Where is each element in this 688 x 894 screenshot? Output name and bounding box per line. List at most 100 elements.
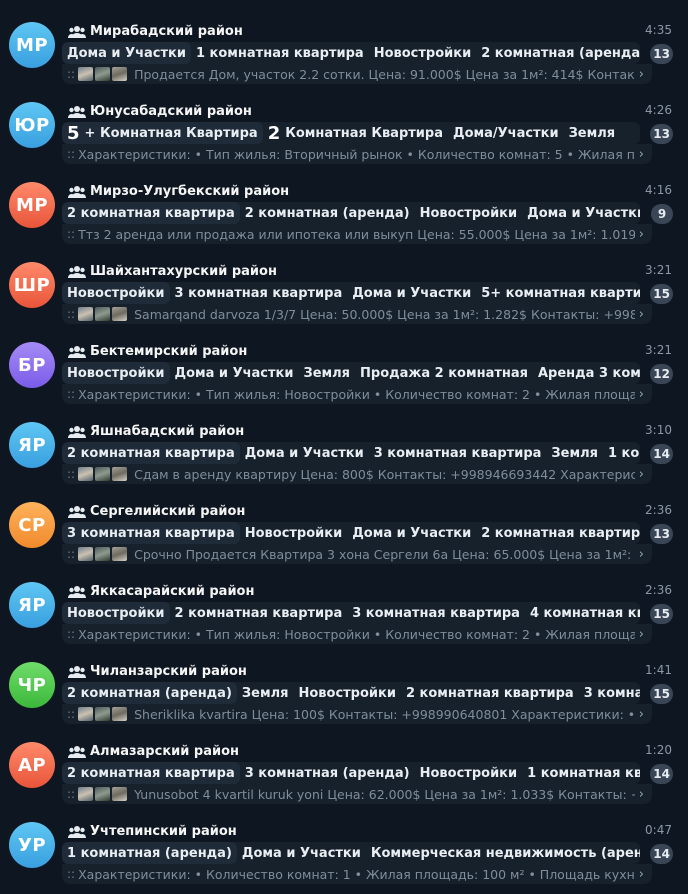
topic-chip[interactable]: 2 комнатная (аренда) — [240, 202, 415, 224]
topic-label: Новостройки — [67, 285, 165, 301]
chat-title-row: Яшнабадский район — [68, 422, 244, 440]
topic-bar: 2 комнатная квартира 3 комнатная (аренда)… — [62, 762, 640, 784]
topic-chip[interactable]: 2 комнатная (аренда) — [62, 682, 237, 704]
topic-chip[interactable]: Земля — [237, 682, 294, 704]
avatar: УР — [9, 822, 55, 868]
topic-chip[interactable]: 3 комнатная квартира — [347, 602, 525, 624]
topic-chip[interactable]: 2 комнатная квартира — [401, 682, 579, 704]
unread-badge: 15 — [650, 604, 673, 624]
topic-chip[interactable]: Аренда 3 комнатная — [533, 362, 640, 384]
topic-chip[interactable]: Земля — [564, 122, 621, 144]
topic-chip[interactable]: Дома и Участки — [62, 42, 191, 64]
topic-label: Земля — [551, 445, 598, 461]
photo-thumbnail — [78, 467, 94, 481]
media-thumbnails — [78, 67, 129, 81]
topic-chip[interactable]: Дома и Участки — [347, 522, 476, 544]
topic-chip[interactable]: Земля — [546, 442, 603, 464]
topic-chip[interactable]: Новостройки — [62, 282, 170, 304]
group-icon — [68, 744, 86, 758]
topic-chip[interactable]: 5+ комнатная квартира — [476, 282, 640, 304]
topic-chip[interactable]: 1 комнатная квартира — [522, 762, 640, 784]
topic-label: + Комнатная Квартира — [84, 125, 258, 141]
topic-chip[interactable]: 3 комнатная квартира — [62, 522, 240, 544]
chat-title-row: Юнусабадский район — [68, 102, 252, 120]
topic-chip[interactable]: 1 комнатная квартира — [191, 42, 369, 64]
topic-chip[interactable]: Новостройки — [415, 202, 523, 224]
topic-chip[interactable]: Дома и Участки — [240, 442, 369, 464]
group-icon — [68, 184, 86, 198]
avatar: ЯР — [9, 422, 55, 468]
topic-chip[interactable]: 2 комнатная квартира — [476, 522, 640, 544]
topic-bar: Новостройки Дома и Участки Земля Продажа 2 … — [62, 362, 640, 384]
chevron-right-icon[interactable]: › — [639, 867, 644, 882]
topic-chip[interactable]: 1 комнатная кв — [603, 442, 640, 464]
topic-chip[interactable]: Дома и Участки — [170, 362, 299, 384]
topic-chip[interactable]: Дома и Участки — [237, 842, 366, 864]
photo-thumbnail — [112, 307, 128, 321]
topic-chip[interactable]: 2 комнатная квартира — [170, 602, 348, 624]
topic-chip[interactable]: Новостройки — [62, 602, 170, 624]
topic-chip[interactable]: 2 комнатная квартира — [62, 202, 240, 224]
chat-item[interactable]: ЮР Юнусабадский район 4:26 5 + Комнатная Ква… — [0, 80, 688, 164]
chat-title-row: Яккасарайский район — [68, 582, 254, 600]
message-preview[interactable]: :: Характеристики: • Количество комнат: 1… — [62, 864, 652, 884]
topic-chip[interactable]: Земля — [298, 362, 355, 384]
topic-chip[interactable]: Новостройки — [240, 522, 348, 544]
unread-badge: 14 — [650, 444, 673, 464]
chat-item[interactable]: ЧР Чиланзарский район 1:41 2 комнатная (аре… — [0, 640, 688, 724]
photo-thumbnail — [112, 547, 128, 561]
topic-chip[interactable]: Новостройки — [415, 762, 523, 784]
topic-label: Продажа 2 комнатная — [360, 365, 528, 381]
topic-chip[interactable]: 2 комнатная квартира — [62, 762, 240, 784]
chat-item[interactable]: БР Бектемирский район 3:21 Новостройки Дома … — [0, 320, 688, 404]
topic-dots-icon: :: — [67, 467, 76, 481]
topic-chip[interactable]: Дома и Участки — [522, 202, 640, 224]
chat-item[interactable]: МР Мирабадский район 4:35 Дома и Участки 1 к… — [0, 0, 688, 84]
topic-dots-icon: :: — [67, 227, 76, 241]
topic-chip[interactable]: Новостройки — [293, 682, 401, 704]
chat-name: Чиланзарский район — [90, 663, 247, 679]
media-thumbnails — [78, 547, 129, 561]
topic-chip[interactable]: Дома и Участки — [347, 282, 476, 304]
topic-chip[interactable]: 2 комнатная (аренда) — [476, 42, 640, 64]
topic-chip[interactable]: 3 комнатная (аренда) — [240, 762, 415, 784]
topic-label: Дома и Участки — [352, 285, 472, 301]
topic-label: 3 комнатная квартира — [174, 285, 343, 301]
topic-label: Новостройки — [373, 45, 472, 61]
topic-label: 2 комнатная (аренда) — [67, 685, 232, 701]
topic-chip[interactable]: 2 Комнатная Квартира — [263, 122, 448, 144]
topic-label: 3 комнатная (аренда) — [583, 685, 640, 701]
topic-chip[interactable]: Новостройки — [62, 362, 170, 384]
topic-label: Земля — [568, 125, 616, 141]
chat-item[interactable]: МР Мирзо-Улугбекский район 4:16 2 комнатная… — [0, 160, 688, 244]
topic-chip[interactable]: 5 + Комнатная Квартира — [62, 122, 263, 144]
topic-chip[interactable]: 2 комнатная квартира — [62, 442, 240, 464]
topic-label: Земля — [303, 365, 351, 381]
topic-chip[interactable]: 4 комнатная квартира — [525, 602, 640, 624]
topic-chip[interactable]: Коммерческая недвижимость (аренда) — [366, 842, 640, 864]
photo-thumbnail — [78, 307, 94, 321]
topic-chip[interactable]: 3 комнатная квартира — [170, 282, 348, 304]
unread-badge: 13 — [650, 124, 673, 144]
chat-item[interactable]: ШР Шайхантахурский район 3:21 Новостройки 3 … — [0, 240, 688, 324]
chat-item[interactable]: СР Сергелийский район 2:36 3 комнатная квар… — [0, 480, 688, 564]
photo-thumbnail — [78, 707, 94, 721]
topic-label: 2 комнатная квартира — [405, 685, 574, 701]
topic-label: 2 комнатная квартира — [67, 445, 235, 461]
chat-item[interactable]: УР Учтепинский район 0:47 1 комнатная (арен… — [0, 800, 688, 884]
topic-chip[interactable]: Продажа 2 комнатная — [355, 362, 533, 384]
chat-item[interactable]: АР Алмазарский район 1:20 2 комнатная кварт… — [0, 720, 688, 804]
topic-bar: 3 комнатная квартира Новостройки Дома и Уч… — [62, 522, 640, 544]
chat-item[interactable]: ЯР Яккасарайский район 2:36 Новостройки 2 ко… — [0, 560, 688, 644]
topic-chip[interactable]: 1 комнатная (аренда) — [62, 842, 237, 864]
chat-item[interactable]: ЯР Яшнабадский район 3:10 2 комнатная кварт… — [0, 400, 688, 484]
topic-label: Дома/Участки — [453, 125, 559, 141]
chat-time: 1:20 — [645, 743, 672, 757]
topic-chip[interactable]: 3 комнатная квартира — [369, 442, 547, 464]
topic-label: 5+ комнатная квартира — [481, 285, 640, 301]
topic-chip[interactable]: Дома/Участки — [448, 122, 564, 144]
topic-chip[interactable]: 3 комнатная (аренда) — [579, 682, 640, 704]
topic-chip[interactable]: Новостройки — [369, 42, 477, 64]
avatar: ЯР — [9, 582, 55, 628]
topic-bar: 1 комнатная (аренда) Дома и Участки Коммер… — [62, 842, 640, 864]
